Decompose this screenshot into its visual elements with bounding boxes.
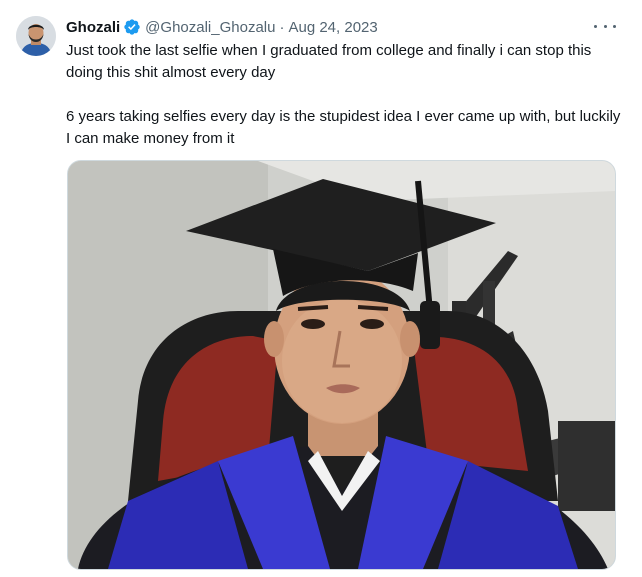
tweet-paragraph-1: Just took the last selfie when I graduat… [66,42,592,81]
tweet-date[interactable]: Aug 24, 2023 [288,19,377,36]
more-options-icon[interactable] [594,16,616,36]
separator-dot: · [279,18,285,36]
tweet-photo[interactable] [67,160,616,570]
verified-badge-icon [123,18,141,36]
avatar[interactable] [16,16,56,56]
tweet-text: Just took the last selfie when I graduat… [66,40,622,150]
graduation-selfie-image [68,161,615,569]
author-name[interactable]: Ghozali [66,19,120,36]
tweet-header: Ghozali @Ghozali_Ghozalu · Aug 24, 2023 [66,17,622,37]
tweet[interactable]: Ghozali @Ghozali_Ghozalu · Aug 24, 2023 … [0,0,642,577]
author-handle[interactable]: @Ghozali_Ghozalu [145,19,275,36]
tweet-paragraph-2: 6 years taking selfies every day is the … [66,108,621,147]
